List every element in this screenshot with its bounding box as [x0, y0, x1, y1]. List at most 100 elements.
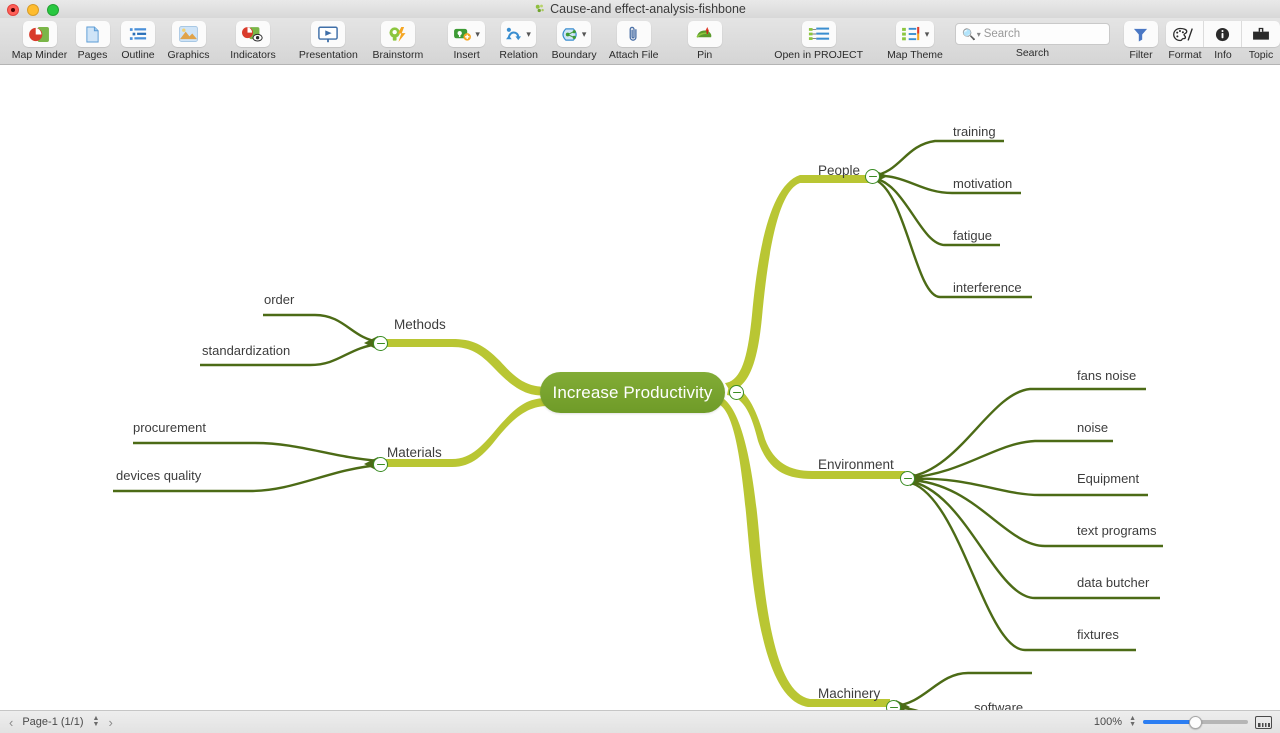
collapse-toggle-methods[interactable]: [373, 336, 388, 351]
toolbar-label-outline: Outline: [121, 50, 154, 61]
collapse-toggle-people[interactable]: [865, 169, 880, 184]
search-chevron-down-icon[interactable]: ▾: [977, 30, 981, 39]
inspector-labels: Format Info Topic: [1166, 47, 1280, 61]
branch-label-people[interactable]: People: [818, 163, 860, 179]
mindmap-canvas[interactable]: Increase Productivity People Environment…: [0, 65, 1280, 710]
toolbar-button-graphics[interactable]: Graphics: [162, 21, 215, 61]
central-topic[interactable]: Increase Productivity: [540, 372, 725, 413]
sub-topic-interference[interactable]: interference: [953, 280, 1022, 295]
relation-chip[interactable]: ▾: [501, 21, 536, 47]
attach-file-chip[interactable]: [617, 21, 651, 47]
sub-topic-software[interactable]: software: [974, 700, 1023, 710]
topic-icon: [1252, 27, 1270, 41]
toolbar-button-map-minder[interactable]: Map Minder: [8, 21, 71, 61]
toolbar-label-pages: Pages: [78, 50, 108, 61]
status-bar: ‹ Page-1 (1/1) ▲ ▼ › 100% ▲ ▼: [0, 710, 1280, 733]
insert-chip[interactable]: ▾: [448, 21, 485, 47]
map-minder-icon: [29, 26, 50, 43]
boundary-chip[interactable]: ▾: [557, 21, 592, 47]
stepper-down-icon[interactable]: ▼: [93, 722, 100, 728]
prev-page-button[interactable]: ‹: [9, 716, 13, 729]
collapse-toggle-environment[interactable]: [900, 471, 915, 486]
zoom-stepper-down-icon[interactable]: ▼: [1129, 722, 1136, 728]
presentation-chip[interactable]: [311, 21, 345, 47]
collapse-toggle-machinery[interactable]: [886, 700, 901, 710]
toolbar-button-outline[interactable]: Outline: [114, 21, 162, 61]
status-right: 100% ▲ ▼: [1094, 716, 1272, 729]
subbranches-environment: [908, 389, 1163, 650]
map-minder-chip[interactable]: [23, 21, 57, 47]
sub-topic-devices-quality[interactable]: devices quality: [116, 468, 201, 483]
branch-label-machinery[interactable]: Machinery: [818, 686, 880, 702]
collapse-toggle-materials[interactable]: [373, 457, 388, 472]
zoom-slider-knob[interactable]: [1189, 716, 1202, 729]
toolbar-label-indicators: Indicators: [230, 50, 276, 61]
boundary-chevron-down-icon[interactable]: ▾: [582, 30, 587, 39]
sub-topic-standardization[interactable]: standardization: [202, 343, 290, 358]
toolbar-button-format[interactable]: [1166, 21, 1204, 47]
attach-file-icon: [628, 26, 640, 43]
zoom-level-label: 100%: [1094, 716, 1122, 728]
toolbar-button-indicators[interactable]: Indicators: [224, 21, 282, 61]
graphics-chip[interactable]: [172, 21, 206, 47]
search-input[interactable]: [984, 28, 1103, 40]
toolbar-button-pin[interactable]: Pin: [683, 21, 727, 61]
central-topic-label: Increase Productivity: [553, 383, 713, 403]
sub-topic-motivation[interactable]: motivation: [953, 176, 1012, 191]
toolbar-button-info[interactable]: [1204, 21, 1242, 47]
next-page-button[interactable]: ›: [108, 716, 112, 729]
sub-topic-order[interactable]: order: [264, 292, 294, 307]
toolbar-button-pages[interactable]: Pages: [71, 21, 114, 61]
toolbar-button-brainstorm[interactable]: Brainstorm: [364, 21, 431, 61]
toolbar-group-indicators: Indicators: [224, 21, 282, 61]
outline-chip[interactable]: [121, 21, 155, 47]
relation-chevron-down-icon[interactable]: ▾: [526, 30, 531, 39]
toolbar-button-boundary[interactable]: ▾ Boundary: [546, 21, 603, 61]
branch-label-methods[interactable]: Methods: [394, 317, 446, 333]
toolbar-button-topic[interactable]: [1242, 21, 1280, 47]
branch-label-materials[interactable]: Materials: [387, 445, 442, 461]
pin-chip[interactable]: [688, 21, 722, 47]
brainstorm-icon: [388, 26, 407, 43]
toolbar-button-open-in-project[interactable]: Open in PROJECT: [769, 21, 869, 61]
sub-topic-text-programs[interactable]: text programs: [1077, 523, 1156, 538]
zoom-slider[interactable]: [1143, 720, 1248, 724]
inspector-segmented-control[interactable]: [1166, 21, 1280, 47]
zoom-slider-fill: [1143, 720, 1196, 724]
fit-page-icon[interactable]: [1255, 716, 1272, 729]
format-icon: [1173, 27, 1195, 42]
toolbar-button-attach-file[interactable]: Attach File: [603, 21, 665, 61]
sub-topic-fans-noise[interactable]: fans noise: [1077, 368, 1136, 383]
sub-topic-data-butcher[interactable]: data butcher: [1077, 575, 1149, 590]
toolbar-button-insert[interactable]: ▾ Insert: [442, 21, 492, 61]
sub-topic-procurement[interactable]: procurement: [133, 420, 206, 435]
pages-chip[interactable]: [76, 21, 110, 47]
toolbar-label-relation: Relation: [499, 50, 538, 61]
indicators-chip[interactable]: [236, 21, 270, 47]
sub-topic-equipment[interactable]: Equipment: [1077, 471, 1139, 486]
toolbar-label-map-minder: Map Minder: [12, 50, 67, 61]
map-theme-chevron-down-icon[interactable]: ▾: [925, 30, 930, 39]
collapse-toggle-central[interactable]: [729, 385, 744, 400]
zoom-stepper[interactable]: ▲ ▼: [1129, 716, 1136, 728]
toolbar-label-map-theme: Map Theme: [887, 50, 943, 61]
filter-chip[interactable]: [1124, 21, 1158, 47]
document-icon: [534, 3, 546, 15]
toolbar-button-map-theme[interactable]: ▾ Map Theme: [879, 21, 951, 61]
sub-topic-training[interactable]: training: [953, 124, 996, 139]
search-field[interactable]: 🔍 ▾: [955, 23, 1110, 45]
sub-topic-fixtures[interactable]: fixtures: [1077, 627, 1119, 642]
open-in-project-chip[interactable]: [802, 21, 836, 47]
toolbar-button-presentation[interactable]: Presentation: [292, 21, 364, 61]
insert-chevron-down-icon[interactable]: ▾: [475, 30, 480, 39]
sub-topic-fatigue[interactable]: fatigue: [953, 228, 992, 243]
pages-icon: [85, 26, 100, 43]
toolbar-button-relation[interactable]: ▾ Relation: [492, 21, 546, 61]
branch-label-environment[interactable]: Environment: [818, 457, 894, 473]
insert-icon: [453, 27, 472, 42]
toolbar-button-filter[interactable]: Filter: [1120, 21, 1162, 61]
map-theme-chip[interactable]: ▾: [896, 21, 935, 47]
sub-topic-noise[interactable]: noise: [1077, 420, 1108, 435]
page-stepper[interactable]: ▲ ▼: [93, 716, 100, 728]
brainstorm-chip[interactable]: [381, 21, 415, 47]
